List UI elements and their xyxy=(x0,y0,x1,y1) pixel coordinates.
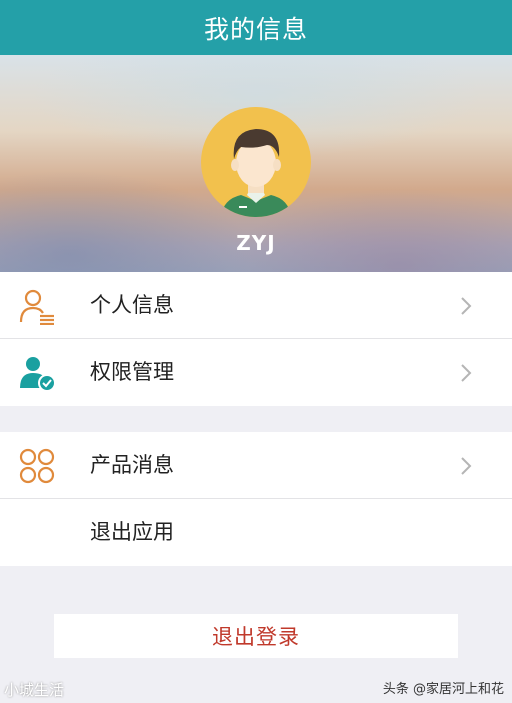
menu-item-permission-management[interactable]: 权限管理 xyxy=(0,339,512,406)
menu-item-personal-info[interactable]: 个人信息 xyxy=(0,272,512,339)
watermark-left: 小城生活 xyxy=(4,681,65,699)
male-avatar-icon[interactable] xyxy=(201,107,311,217)
chevron-right-icon xyxy=(460,296,472,316)
clover-grid-icon xyxy=(18,447,56,485)
menu-item-label: 退出应用 xyxy=(90,520,174,544)
user-list-icon xyxy=(18,287,56,326)
menu-item-label: 产品消息 xyxy=(90,453,174,477)
menu-group-app: 产品消息 退出应用 xyxy=(0,432,512,566)
watermark-right: 头条 @家居河上和花 xyxy=(382,682,504,697)
menu-item-exit-app[interactable]: 退出应用 xyxy=(0,499,512,566)
chevron-right-icon xyxy=(460,456,472,476)
top-bar: 我的信息 xyxy=(0,0,512,55)
page-title: 我的信息 xyxy=(203,14,308,44)
user-check-icon xyxy=(18,354,56,392)
menu-item-product-messages[interactable]: 产品消息 xyxy=(0,432,512,499)
chevron-right-icon xyxy=(460,363,472,383)
menu-group-account: 个人信息 权限管理 xyxy=(0,272,512,406)
menu-item-label: 个人信息 xyxy=(90,293,174,317)
menu-item-label: 权限管理 xyxy=(90,360,174,384)
profile-banner: ZYJ xyxy=(0,55,512,272)
username: ZYJ xyxy=(236,231,276,255)
logout-button[interactable]: 退出登录 xyxy=(54,614,458,658)
